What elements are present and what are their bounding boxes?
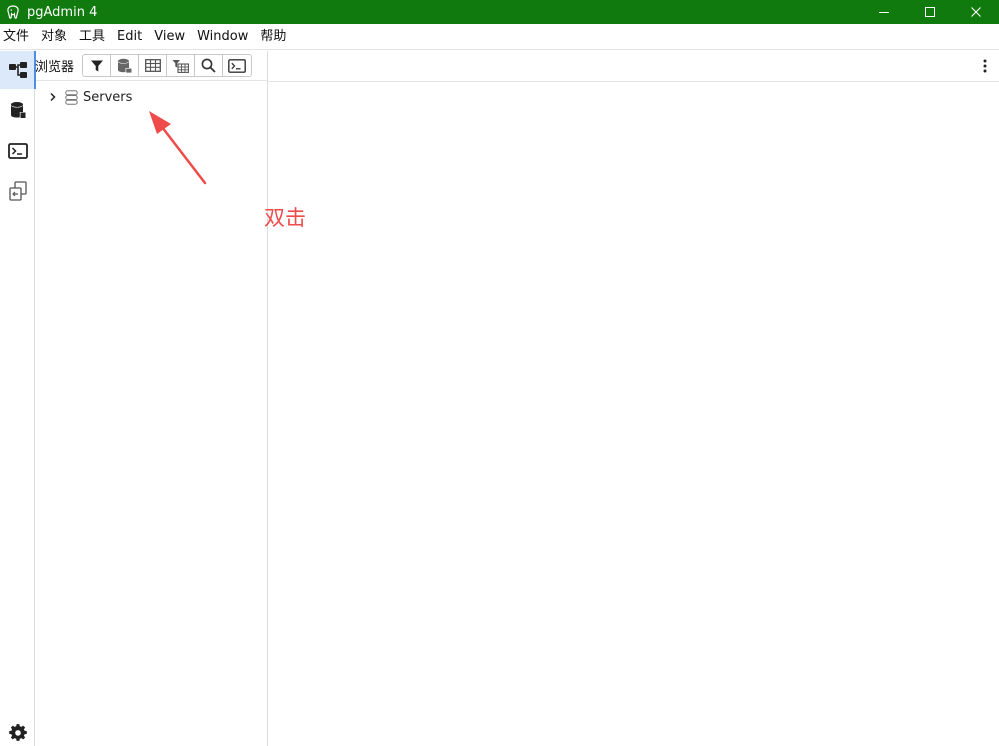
browser-tool-group — [82, 54, 253, 77]
terminal-tab[interactable] — [0, 132, 35, 170]
search-icon — [201, 58, 216, 73]
menu-object[interactable]: 对象 — [35, 24, 73, 50]
main-tab-strip — [268, 51, 999, 82]
gear-icon — [8, 724, 27, 741]
close-button[interactable] — [953, 0, 999, 24]
psql-terminal-button[interactable] — [223, 55, 251, 76]
settings-button[interactable] — [0, 723, 35, 743]
psql-terminal-icon — [228, 58, 246, 73]
view-data-button[interactable] — [139, 55, 168, 76]
minimize-icon — [879, 12, 889, 13]
menu-bar: 文件 对象 工具 Edit View Window 帮助 — [0, 24, 999, 50]
kebab-menu-icon[interactable] — [980, 58, 990, 74]
query-tool-button[interactable] — [111, 55, 140, 76]
maximize-button[interactable] — [907, 0, 953, 24]
window-title: pgAdmin 4 — [27, 4, 98, 20]
main-area — [268, 51, 999, 746]
elephant-icon — [5, 4, 21, 20]
servers-icon — [63, 89, 79, 105]
menu-tools[interactable]: 工具 — [73, 24, 111, 50]
tree-node-servers[interactable]: Servers — [46, 87, 132, 107]
sql-table-icon — [172, 59, 189, 73]
database-tab[interactable] — [0, 91, 35, 129]
terminal-icon — [7, 143, 28, 159]
schema-diff-icon — [8, 181, 27, 201]
filter-button[interactable] — [83, 55, 112, 76]
window-controls — [861, 0, 999, 24]
object-explorer-icon — [8, 62, 27, 78]
title-bar: pgAdmin 4 — [0, 0, 999, 24]
menu-help[interactable]: 帮助 — [254, 24, 292, 50]
search-button[interactable] — [195, 55, 224, 76]
object-explorer-tab[interactable] — [0, 51, 36, 89]
browser-toolbar: 浏览器 — [35, 51, 267, 81]
annotation-label: 双击 — [264, 206, 306, 230]
menu-edit[interactable]: Edit — [111, 24, 148, 50]
database-icon — [10, 102, 25, 118]
sql-table-button[interactable] — [167, 55, 196, 76]
query-tool-icon — [118, 58, 132, 73]
close-icon — [971, 7, 981, 17]
tree-label-servers[interactable]: Servers — [83, 90, 132, 105]
filter-icon — [90, 60, 103, 71]
chevron-right-icon[interactable] — [46, 92, 60, 102]
activity-bar — [0, 51, 36, 746]
view-data-icon — [144, 59, 161, 72]
menu-view[interactable]: View — [148, 24, 191, 50]
menu-window[interactable]: Window — [191, 24, 254, 50]
menu-file[interactable]: 文件 — [0, 24, 35, 50]
minimize-button[interactable] — [861, 0, 907, 24]
browser-title: 浏览器 — [35, 60, 75, 75]
schema-diff-tab[interactable] — [0, 172, 35, 210]
maximize-icon — [925, 7, 935, 17]
browser-panel: 浏览器 Servers — [35, 51, 268, 746]
